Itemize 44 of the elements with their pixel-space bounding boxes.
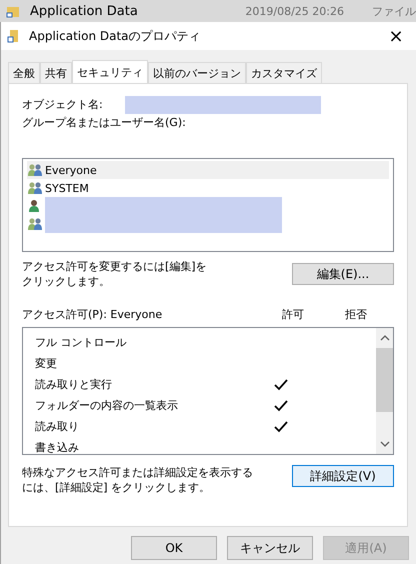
user-list[interactable]: Everyone SYSTEM — [22, 158, 394, 252]
scroll-up-icon[interactable] — [380, 335, 390, 341]
permission-name: フル コントロール — [35, 335, 128, 350]
folder-icon — [7, 29, 21, 43]
advanced-button[interactable]: 詳細設定(V) — [292, 465, 394, 487]
dialog-button[interactable]: OK — [131, 536, 217, 560]
scrollbar[interactable] — [376, 328, 393, 454]
column-header: 拒否 — [344, 306, 368, 322]
permission-name: 変更 — [35, 356, 58, 371]
edit-hint: アクセス許可を変更するには[編集]を — [22, 259, 207, 274]
tab[interactable]: セキュリティ — [72, 60, 148, 83]
object-name-label: オブジェクト名: — [22, 97, 103, 113]
group-icon — [27, 217, 43, 231]
advanced-hint: には、[詳細設定] をクリックします。 — [22, 480, 212, 495]
group-icon — [27, 163, 43, 177]
user-item[interactable]: SYSTEM — [27, 179, 389, 197]
edit-hint: クリックします。 — [22, 274, 111, 289]
tab[interactable]: 共有 — [40, 62, 72, 83]
user-name: Everyone — [45, 164, 97, 176]
folder-icon — [6, 4, 20, 18]
tab[interactable]: カスタマイズ — [246, 62, 322, 83]
permission-name: 書き込み — [35, 440, 80, 454]
advanced-hint: 特殊なアクセス許可または詳細設定を表示する — [22, 465, 253, 480]
file-type: ファイル — [372, 4, 416, 18]
permission-name: 読み取り — [35, 419, 80, 434]
permission-name: 読み取りと実行 — [35, 377, 113, 392]
tab[interactable]: 全般 — [8, 62, 40, 83]
tab[interactable]: 以前のバージョン — [148, 62, 246, 83]
permissions-label: アクセス許可(P): Everyone — [22, 306, 164, 322]
close-button[interactable]: × — [382, 26, 410, 46]
dialog-button[interactable]: キャンセル — [227, 536, 313, 560]
user-name: SYSTEM — [45, 182, 89, 194]
user-item[interactable]: Everyone — [27, 161, 389, 179]
scroll-down-icon[interactable] — [380, 441, 390, 447]
permission-name: フォルダーの内容の一覧表示 — [35, 398, 179, 413]
file-row[interactable]: Application Data 2019/08/25 20:26 ファイル — [0, 0, 416, 22]
scrollbar-thumb[interactable] — [376, 348, 393, 412]
window-title: Application Dataのプロパティ — [29, 28, 202, 44]
group-icon — [27, 181, 43, 195]
column-header: 許可 — [281, 306, 305, 322]
edit-button[interactable]: 編集(E)... — [292, 263, 394, 285]
file-date: 2019/08/25 20:26 — [245, 4, 344, 18]
users-label: グループ名またはユーザー名(G): — [22, 115, 187, 131]
file-name: Application Data — [30, 4, 139, 18]
